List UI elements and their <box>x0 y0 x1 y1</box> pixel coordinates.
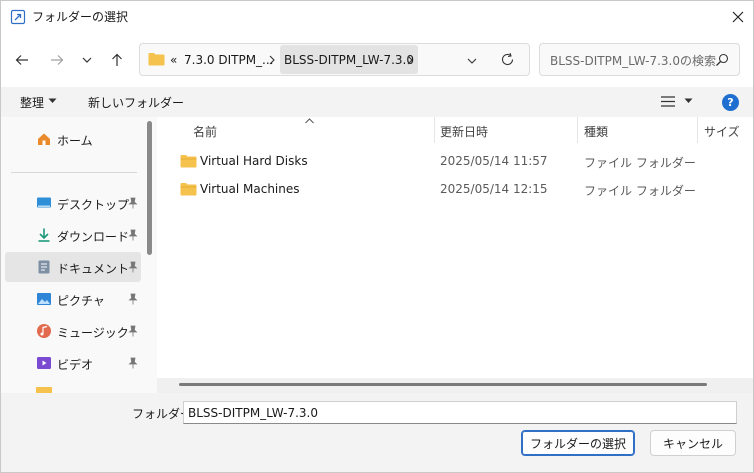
sidebar-item-home[interactable]: ホーム <box>5 124 141 154</box>
arrow-right-icon <box>51 55 64 65</box>
sidebar-item-label: ピクチャ <box>57 294 105 308</box>
pin-icon[interactable] <box>127 325 139 337</box>
view-list-icon[interactable] <box>661 96 675 107</box>
arrow-up-icon <box>112 53 122 66</box>
desktop-icon <box>37 197 51 208</box>
title-bar: フォルダーの選択 <box>1 1 753 33</box>
folder-picker-app-icon <box>10 9 26 25</box>
folder-icon <box>148 53 165 66</box>
file-name: Virtual Hard Disks <box>200 154 308 168</box>
sidebar-item-label: ミュージック <box>57 326 129 340</box>
column-divider[interactable] <box>434 117 435 143</box>
sidebar-item-videos[interactable]: ビデオ <box>5 348 141 378</box>
address-bar[interactable]: « 7.3.0 DITPM_... BLSS-DITPM_LW-7.3.0 <box>139 43 530 76</box>
pin-icon[interactable] <box>127 293 139 305</box>
pictures-icon <box>37 293 51 305</box>
cancel-button[interactable]: キャンセル <box>650 430 736 456</box>
forward-button[interactable] <box>44 47 70 73</box>
file-type: ファイル フォルダー <box>584 156 696 170</box>
column-divider[interactable] <box>697 117 698 143</box>
back-button[interactable] <box>9 47 35 73</box>
search-box[interactable]: BLSS-DITPM_LW-7.3.0の検索 <box>539 43 740 76</box>
sidebar-item-documents[interactable]: ドキュメント <box>5 252 141 282</box>
sidebar-item-label: ダウンロード <box>57 230 130 244</box>
chevron-down-icon <box>82 57 92 63</box>
column-header-name[interactable]: 名前 <box>193 123 217 140</box>
search-input[interactable]: BLSS-DITPM_LW-7.3.0の検索 <box>550 52 716 69</box>
organize-button[interactable]: 整理 <box>20 94 44 111</box>
close-button[interactable] <box>723 3 753 31</box>
pin-icon[interactable] <box>127 261 139 273</box>
sidebar-item-label: ホーム <box>57 134 93 148</box>
chevron-right-icon[interactable] <box>268 55 276 65</box>
table-row[interactable]: Virtual Hard Disks 2025/05/14 11:57 ファイル… <box>157 147 753 175</box>
command-bar: 整理 新しいフォルダー ? <box>1 87 753 117</box>
download-icon <box>38 228 50 242</box>
address-segment-parent[interactable]: 7.3.0 DITPM_... <box>184 44 274 75</box>
sort-ascending-icon <box>305 118 314 124</box>
chevron-down-icon[interactable] <box>466 56 478 66</box>
column-header-modified[interactable]: 更新日時 <box>440 123 488 140</box>
help-icon: ? <box>727 96 734 109</box>
music-icon <box>37 324 51 338</box>
caret-down-icon[interactable] <box>684 98 693 104</box>
pin-icon[interactable] <box>127 357 139 369</box>
column-divider[interactable] <box>577 117 578 143</box>
select-folder-button[interactable]: フォルダーの選択 <box>521 430 635 456</box>
column-header-type[interactable]: 種類 <box>584 123 608 140</box>
horizontal-scrollbar[interactable] <box>179 383 707 386</box>
address-segment-current[interactable]: BLSS-DITPM_LW-7.3.0 <box>284 44 414 75</box>
home-icon <box>38 133 50 145</box>
caret-down-icon[interactable] <box>48 98 57 104</box>
document-icon <box>38 260 50 274</box>
navigation-pane: ホーム デスクトップ ダウンロード ドキュメント ピクチャ ミュージック ビデオ <box>1 117 157 393</box>
column-header-size[interactable]: サイズ <box>704 123 740 140</box>
folder-icon <box>180 155 197 168</box>
pin-icon[interactable] <box>127 197 139 209</box>
refresh-icon[interactable] <box>500 52 515 67</box>
sidebar-item-pictures[interactable]: ピクチャ <box>5 284 141 314</box>
sidebar-divider <box>11 172 137 173</box>
sidebar-item-label: デスクトップ <box>57 198 130 212</box>
file-type: ファイル フォルダー <box>584 184 696 198</box>
recent-locations-button[interactable] <box>76 47 98 73</box>
sidebar-item-music[interactable]: ミュージック <box>5 316 141 346</box>
video-icon <box>37 357 51 369</box>
arrow-left-icon <box>15 55 28 65</box>
chevron-right-icon[interactable] <box>406 55 414 65</box>
up-button[interactable] <box>104 47 130 73</box>
help-button[interactable]: ? <box>722 94 739 111</box>
address-overflow[interactable]: « <box>170 44 177 75</box>
folder-name-input[interactable] <box>183 401 737 424</box>
sidebar-scrollbar[interactable] <box>147 121 152 255</box>
folder-icon <box>180 183 197 196</box>
navigation-bar: « 7.3.0 DITPM_... BLSS-DITPM_LW-7.3.0 BL… <box>1 33 753 87</box>
dialog-footer: フォルダー: フォルダーの選択 キャンセル <box>1 393 753 472</box>
new-folder-button[interactable]: 新しいフォルダー <box>88 94 184 111</box>
folder-picker-dialog: フォルダーの選択 « 7.3.0 DITPM_... BLSS-DITPM_LW… <box>0 0 754 473</box>
file-name: Virtual Machines <box>200 182 300 196</box>
sidebar-item-label: ビデオ <box>57 358 94 372</box>
file-list: 名前 更新日時 種類 サイズ Virtual Hard Disks 2025/0… <box>157 117 753 393</box>
file-modified: 2025/05/14 11:57 <box>440 154 548 168</box>
pin-icon[interactable] <box>127 229 139 241</box>
search-icon[interactable] <box>715 53 729 67</box>
sidebar-item-downloads[interactable]: ダウンロード <box>5 220 141 250</box>
close-icon <box>732 11 744 23</box>
file-modified: 2025/05/14 12:15 <box>440 182 548 196</box>
sidebar-item-desktop[interactable]: デスクトップ <box>5 188 141 218</box>
table-row[interactable]: Virtual Machines 2025/05/14 12:15 ファイル フ… <box>157 175 753 203</box>
sidebar-item-label: ドキュメント <box>57 262 130 276</box>
window-title: フォルダーの選択 <box>32 10 129 24</box>
